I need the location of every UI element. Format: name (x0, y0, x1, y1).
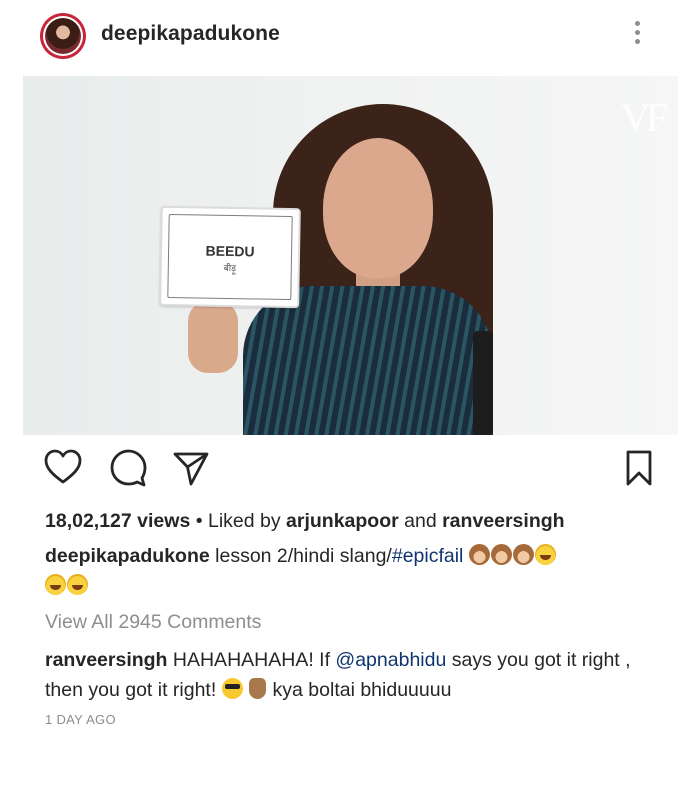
grinning-sweat-icon (534, 544, 556, 565)
bookmark-icon[interactable] (624, 448, 654, 488)
more-options-button[interactable] (626, 18, 648, 50)
person-body (243, 286, 493, 435)
post-header: deepikapadukone (0, 0, 700, 72)
comment-text: HAHAHAHAHA! If (167, 649, 336, 671)
person-face (323, 138, 433, 278)
more-dot-icon (634, 39, 640, 44)
avatar-photo (45, 18, 81, 54)
post-timestamp: 1 DAY AGO (45, 712, 116, 727)
sign-word: BEEDU (205, 242, 255, 260)
liked-by-and: and (398, 510, 443, 532)
see-no-evil-monkey-icon (468, 544, 490, 565)
more-dot-icon (634, 21, 640, 26)
paper-plane-icon[interactable] (172, 448, 210, 488)
sign-subtext: बीड़ू (223, 262, 237, 274)
views-likes-line: 18,02,127 views • Liked by arjunkapoor a… (45, 510, 565, 533)
caption-username[interactable]: deepikapadukone (45, 545, 210, 567)
action-bar (0, 448, 700, 496)
comment-username[interactable]: ranveersingh (45, 649, 167, 671)
see-no-evil-monkey-icon (490, 544, 512, 565)
comment-text-end: kya boltai bhiduuuuu (267, 679, 452, 701)
caption-hashtag[interactable]: #epicfail (392, 545, 464, 567)
sunglasses-face-icon (221, 678, 243, 699)
liked-by-user[interactable]: arjunkapoor (286, 510, 399, 532)
liked-by-user[interactable]: ranveersingh (442, 510, 564, 532)
grinning-sweat-icon (45, 574, 66, 595)
sign-border: BEEDU बीड़ू (167, 213, 293, 301)
view-all-comments-link[interactable]: View All 2945 Comments (45, 611, 261, 634)
comment-item: ranveersingh HAHAHAHAHA! If @apnabhidu s… (45, 645, 660, 705)
rock-on-hand-icon (249, 678, 267, 699)
liked-by-prefix: Liked by (207, 510, 287, 532)
see-no-evil-monkey-icon (512, 544, 534, 565)
separator-dot: • (190, 510, 208, 532)
person-hand (188, 301, 238, 373)
views-count[interactable]: 18,02,127 views (45, 510, 190, 532)
post-username[interactable]: deepikapadukone (101, 22, 280, 46)
grinning-sweat-icon (67, 574, 88, 595)
avatar[interactable] (40, 13, 86, 59)
more-dot-icon (634, 30, 640, 35)
avatar-ring (43, 16, 83, 56)
heart-icon[interactable] (44, 448, 82, 488)
watermark-logo: VF (621, 95, 668, 140)
chair-back (473, 331, 493, 435)
post-media[interactable]: BEEDU बीड़ू VF (23, 76, 678, 435)
comment-bubble-icon[interactable] (109, 448, 147, 488)
caption-text: lesson 2/hindi slang/ (209, 545, 392, 567)
post-caption: deepikapadukone lesson 2/hindi slang/#ep… (45, 541, 655, 601)
comment-mention[interactable]: @apnabhidu (335, 649, 446, 671)
held-sign-card: BEEDU बीड़ू (159, 205, 301, 309)
